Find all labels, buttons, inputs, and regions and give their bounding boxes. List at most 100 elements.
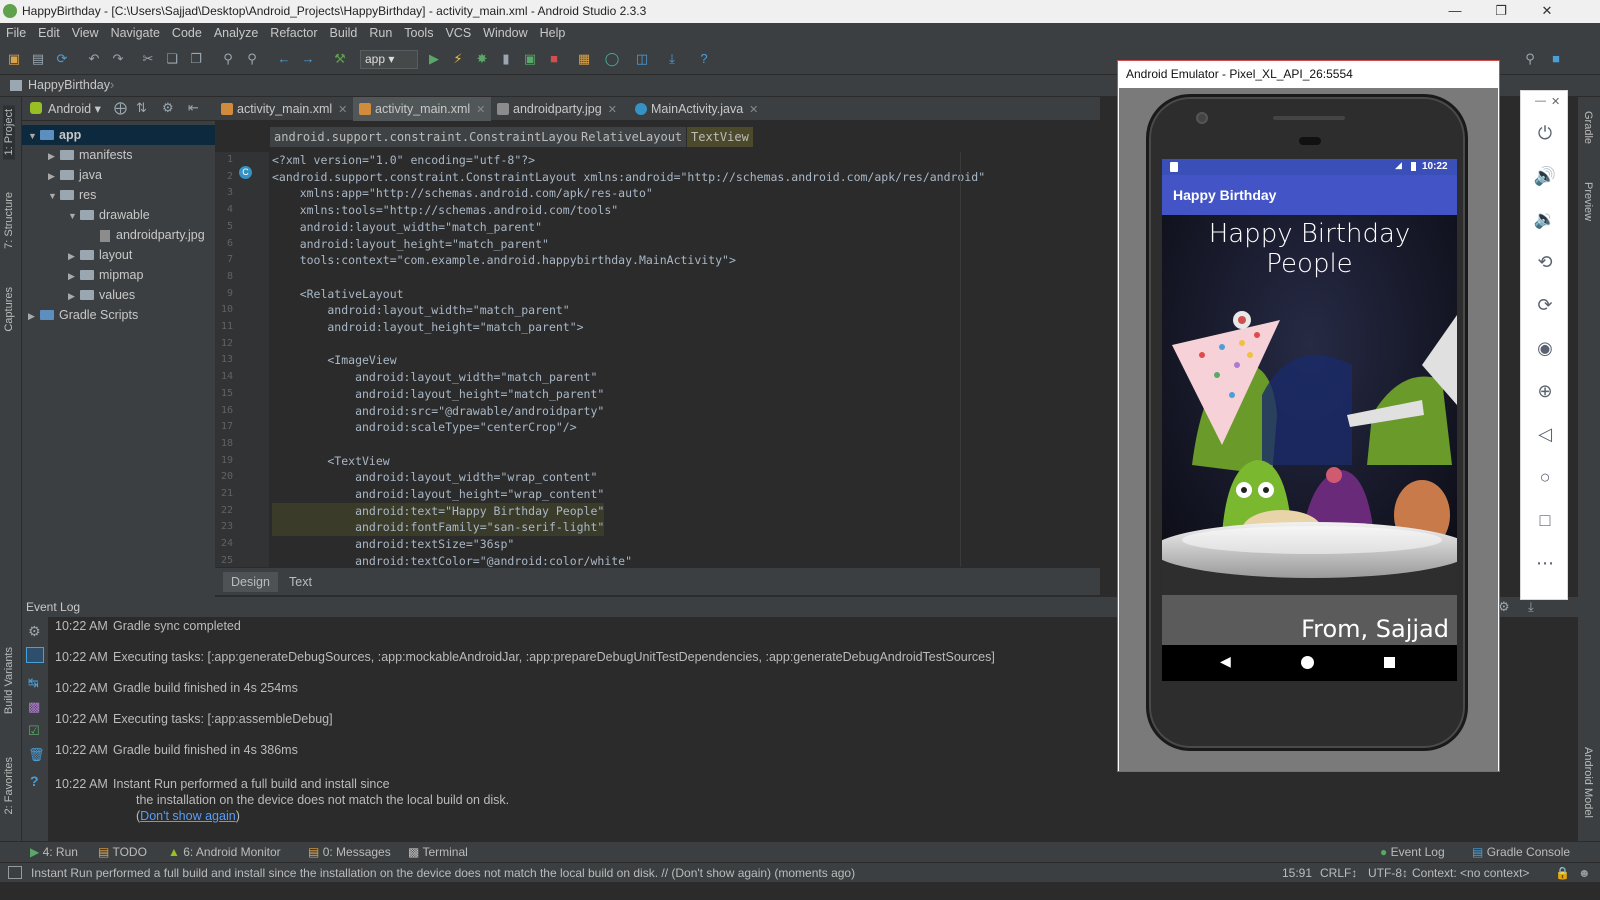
code-line[interactable]: <?xml version="1.0" encoding="utf-8"?> <box>272 152 535 169</box>
menu-file[interactable]: File <box>0 23 32 43</box>
lock-icon[interactable]: 🔒 <box>1555 866 1570 880</box>
build-variants-tool-tab[interactable]: Build Variants <box>3 647 15 714</box>
scroll-from-source-icon[interactable]: ⨁ <box>114 100 127 116</box>
tree-item[interactable]: androidparty.jpg <box>22 225 215 245</box>
zoom-icon[interactable]: ⊕ <box>1521 381 1569 402</box>
delete-icon[interactable]: 🗑 <box>28 747 45 763</box>
tab-androidparty-jpg[interactable]: androidparty.jpg ✕ <box>491 97 629 121</box>
code-line[interactable]: <TextView <box>272 453 389 470</box>
toggle-tool-windows-icon[interactable] <box>8 866 22 879</box>
menu-help[interactable]: Help <box>534 23 572 43</box>
redo-icon[interactable]: ↷ <box>110 51 126 67</box>
code-editor[interactable]: C 1 2 3 4 5 6 7 8 9 10 11 12 13 14 15 16 17 18 19 20 21 22 23 2… <box>215 152 1100 567</box>
gradle-console-tool-tab[interactable]: ▤ Gradle Console <box>1472 845 1570 859</box>
nav-project-name[interactable]: HappyBirthday <box>28 78 110 92</box>
tree-item[interactable]: ▶ layout <box>22 245 215 265</box>
menu-vcs[interactable]: VCS <box>439 23 477 43</box>
tab-activity-main-xml-2[interactable]: activity_main.xml ✕ <box>353 97 491 121</box>
code-line[interactable]: <RelativeLayout <box>272 286 404 303</box>
menu-build[interactable]: Build <box>324 23 364 43</box>
inspector-icon[interactable]: ☻ <box>1578 866 1591 880</box>
dont-show-again-link[interactable]: Don't show again <box>140 809 236 823</box>
caret-position[interactable]: 15:91 <box>1282 866 1312 880</box>
code-line[interactable]: <ImageView <box>272 352 396 369</box>
code-line[interactable]: android:layout_width="match_parent" <box>272 219 542 236</box>
captures-tool-tab[interactable]: Captures <box>3 287 15 332</box>
undo-icon[interactable]: ↶ <box>86 51 102 67</box>
menu-code[interactable]: Code <box>166 23 208 43</box>
close-tab-icon[interactable]: ✕ <box>476 104 485 116</box>
project-structure-icon[interactable]: ◫ <box>634 51 650 67</box>
android-monitor-tool-tab[interactable]: ▲ 6: Android Monitor <box>168 845 281 859</box>
run-tool-tab[interactable]: ▶ 4: Run <box>30 845 78 859</box>
home-icon[interactable]: ○ <box>1521 467 1569 488</box>
code-line[interactable]: android:text="Happy Birthday People" <box>272 502 605 520</box>
code-line[interactable]: android:scaleType="centerCrop"/> <box>272 419 577 436</box>
event-log-tool-tab[interactable]: ● Event Log <box>1380 845 1445 859</box>
class-marker-icon[interactable]: C <box>239 166 252 179</box>
menu-edit[interactable]: Edit <box>32 23 66 43</box>
breadcrumb-relativelayout[interactable]: RelativeLayout <box>577 127 687 147</box>
sync-icon[interactable]: ⟳ <box>54 51 70 67</box>
breadcrumb-textview[interactable]: TextView <box>687 127 753 147</box>
code-line[interactable]: xmlns:tools="http://schemas.android.com/… <box>272 202 619 219</box>
code-line[interactable]: xmlns:app="http://schemas.android.com/ap… <box>272 185 653 202</box>
collapsed-arrow-icon[interactable]: ▶ <box>68 266 80 286</box>
close-window-icon[interactable]: ✕ <box>1524 0 1570 23</box>
code-line[interactable]: android:src="@drawable/androidparty" <box>272 403 604 420</box>
close-tab-icon[interactable]: ✕ <box>749 104 758 116</box>
checkbox-icon[interactable]: ☑ <box>28 723 40 739</box>
close-icon[interactable]: ✕ <box>1551 95 1560 108</box>
close-tab-icon[interactable]: ✕ <box>338 104 347 116</box>
todo-tool-tab[interactable]: ▤ TODO <box>98 845 147 859</box>
collapsed-arrow-icon[interactable]: ▶ <box>48 146 60 166</box>
context-indicator[interactable]: Context: <no context> <box>1412 866 1529 880</box>
menu-window[interactable]: Window <box>477 23 533 43</box>
help-icon[interactable]: ? <box>696 51 712 67</box>
sdk-manager-icon[interactable]: ⤓ <box>664 51 680 67</box>
tree-item[interactable]: ▶ manifests <box>22 145 215 165</box>
menu-run[interactable]: Run <box>363 23 398 43</box>
tree-item[interactable]: ▶ mipmap <box>22 265 215 285</box>
minimize-icon[interactable]: — <box>1535 95 1546 107</box>
collapsed-arrow-icon[interactable]: ▶ <box>28 306 40 326</box>
volume-up-icon[interactable]: 🔊 <box>1521 166 1569 187</box>
line-separator[interactable]: CRLF↕ <box>1320 866 1357 880</box>
scroll-to-end-icon[interactable]: ▩ <box>28 699 40 715</box>
save-all-icon[interactable]: ▤ <box>30 51 46 67</box>
breadcrumb-constraintlayout[interactable]: android.support.constraint.ConstraintLay… <box>270 127 589 147</box>
messages-tool-tab[interactable]: ▤ 0: Messages <box>308 845 391 859</box>
menu-refactor[interactable]: Refactor <box>264 23 323 43</box>
gradle-sync-icon[interactable]: ◯ <box>604 51 620 67</box>
apply-changes-icon[interactable]: ⚡ <box>450 51 466 67</box>
settings-gear-icon[interactable]: ⚙ <box>162 100 174 116</box>
copy-icon[interactable]: ❏ <box>164 51 180 67</box>
power-icon[interactable]: ⏻ <box>1521 123 1569 144</box>
settings-icon[interactable]: ⚙ <box>28 623 41 640</box>
minimize-icon[interactable]: — <box>1432 0 1478 23</box>
make-project-icon[interactable]: ⚒ <box>332 51 348 67</box>
avd-manager-icon[interactable]: ▦ <box>576 51 592 67</box>
code-line[interactable]: android:layout_height="match_parent"> <box>272 319 583 336</box>
file-encoding[interactable]: UTF-8↕ <box>1368 866 1408 880</box>
tree-item[interactable]: ▶ values <box>22 285 215 305</box>
code-line[interactable]: <android.support.constraint.ConstraintLa… <box>272 169 985 186</box>
rotate-right-icon[interactable]: ⟳ <box>1521 295 1569 316</box>
emulator-window[interactable]: Android Emulator - Pixel_XL_API_26:5554 … <box>1117 60 1500 772</box>
collapsed-arrow-icon[interactable]: ▶ <box>68 286 80 306</box>
cut-icon[interactable]: ✂ <box>140 51 156 67</box>
expanded-arrow-icon[interactable]: ▼ <box>48 186 60 206</box>
close-tab-icon[interactable]: ✕ <box>608 104 617 116</box>
code-line[interactable]: android:layout_width="wrap_content" <box>272 469 597 486</box>
gradle-tool-tab[interactable]: Gradle <box>1582 111 1594 144</box>
menu-tools[interactable]: Tools <box>398 23 439 43</box>
overview-icon[interactable]: □ <box>1521 510 1569 531</box>
collapsed-arrow-icon[interactable]: ▶ <box>68 246 80 266</box>
open-folder-icon[interactable]: ▣ <box>6 51 22 67</box>
tree-item[interactable]: ▼ res <box>22 185 215 205</box>
back-icon[interactable]: ◁ <box>1521 424 1569 445</box>
code-line[interactable]: android:layout_width="match_parent" <box>272 302 569 319</box>
menu-view[interactable]: View <box>66 23 105 43</box>
collapse-all-icon[interactable]: ⇅ <box>136 100 147 116</box>
help-icon[interactable]: ? <box>30 773 39 789</box>
